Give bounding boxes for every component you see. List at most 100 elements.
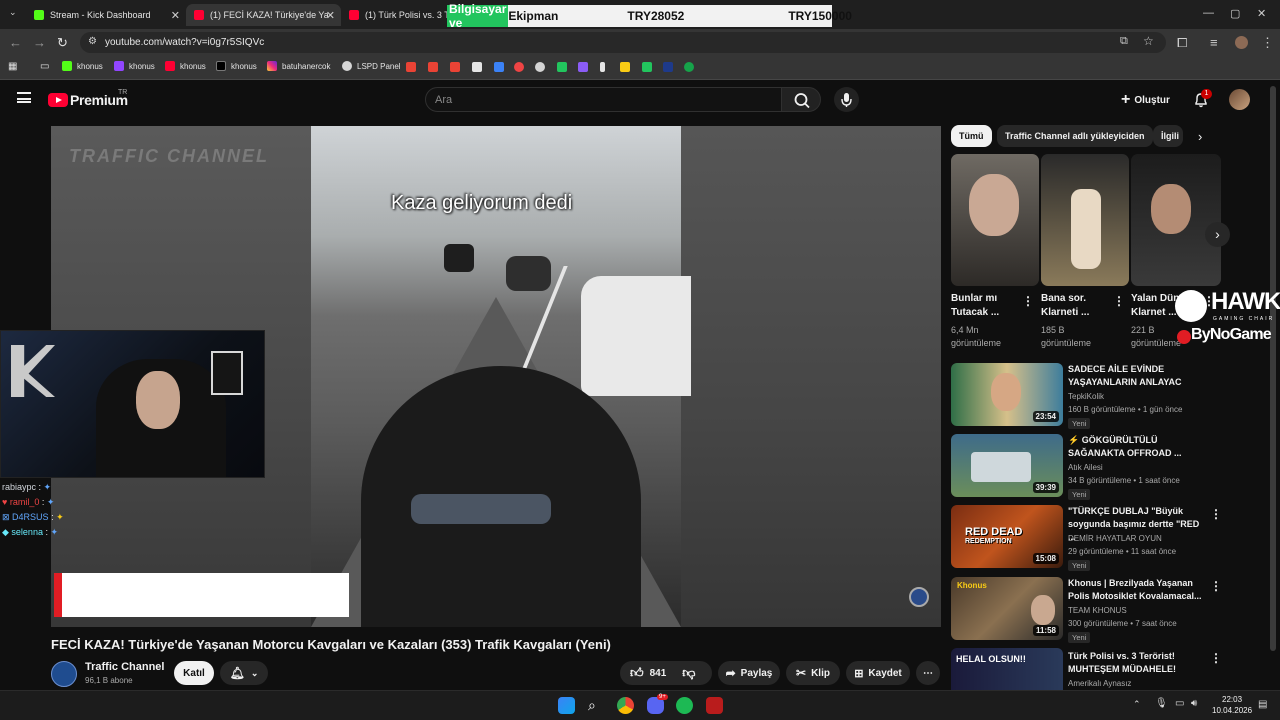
chevron-up-icon[interactable]: ⌃ bbox=[1133, 699, 1141, 710]
short-thumbnail[interactable] bbox=[1131, 154, 1221, 286]
hamburger-menu-icon[interactable] bbox=[17, 92, 31, 103]
bookmark-youtube-khonus[interactable]: khonus bbox=[165, 61, 206, 71]
chrome-icon[interactable] bbox=[617, 697, 634, 714]
app-icon[interactable] bbox=[535, 62, 545, 72]
short-title[interactable]: Bunlar mı bbox=[951, 292, 997, 306]
chevron-right-icon[interactable]: › bbox=[1198, 129, 1202, 144]
forward-icon[interactable]: → bbox=[33, 35, 46, 50]
video-thumbnail[interactable]: HELAL OLSUN!! bbox=[951, 648, 1063, 690]
youtube-logo-icon[interactable] bbox=[48, 93, 68, 107]
chip-all[interactable]: Tümü bbox=[951, 125, 992, 147]
video-channel[interactable]: Atık Ailesi bbox=[1068, 463, 1103, 472]
short-title[interactable]: Klarneti ... bbox=[1041, 306, 1089, 320]
like-icon[interactable]: 👍︎ bbox=[630, 665, 644, 681]
channel-name[interactable]: Traffic Channel bbox=[85, 661, 164, 673]
tab-feci-kaza[interactable]: (1) FECİ KAZA! Türkiye'de Yaşan ✕ bbox=[186, 4, 341, 26]
app-icon[interactable] bbox=[578, 62, 588, 72]
notification-center-icon[interactable]: ▤ bbox=[1258, 699, 1267, 710]
chip-related[interactable]: İlgili bbox=[1153, 125, 1183, 147]
short-title[interactable]: Tutacak ... bbox=[951, 306, 999, 320]
bookmark-twitch-khonus[interactable]: khonus bbox=[114, 61, 155, 71]
more-actions-button[interactable]: ⋯ bbox=[916, 661, 940, 685]
subscribe-bell-button[interactable]: 🔔︎ ⌄ bbox=[220, 661, 268, 685]
minimize-icon[interactable]: — bbox=[1203, 7, 1214, 19]
menu-icon[interactable]: ⋮ bbox=[1261, 35, 1274, 51]
short-title[interactable]: Klarnet ... bbox=[1131, 306, 1177, 320]
like-count[interactable]: 841 bbox=[650, 668, 667, 679]
microphone-icon[interactable]: 🎙︎ bbox=[1155, 698, 1168, 709]
system-clock[interactable]: 22:03 10.04.2026 bbox=[1212, 694, 1252, 716]
gmail-icon[interactable] bbox=[450, 62, 460, 72]
bookmark-kick-khonus[interactable]: khonus bbox=[62, 61, 103, 71]
app-icon[interactable] bbox=[706, 697, 723, 714]
windows-start-icon[interactable] bbox=[558, 697, 575, 714]
chip-from-uploader[interactable]: Traffic Channel adlı yükleyiciden bbox=[997, 125, 1153, 147]
spotify-icon[interactable] bbox=[676, 697, 693, 714]
video-title[interactable]: ⚡ GÖKGÜRÜLTÜLÜ SAĞANAKTA OFFROAD ... bbox=[1068, 434, 1208, 460]
sheets-icon[interactable] bbox=[557, 62, 567, 72]
reload-icon[interactable]: ↻ bbox=[57, 35, 68, 51]
voice-search-button[interactable] bbox=[834, 87, 859, 112]
search-icon[interactable]: ⌕ bbox=[588, 697, 605, 714]
video-title[interactable]: Türk Polisi vs. 3 Terörist! MUHTEŞEM MÜDA… bbox=[1068, 650, 1208, 676]
app-icon[interactable] bbox=[514, 62, 524, 72]
join-button[interactable]: Katıl bbox=[174, 661, 214, 685]
folder-icon[interactable]: ▭ bbox=[40, 61, 49, 72]
search-input[interactable]: Ara bbox=[425, 87, 782, 112]
search-button[interactable] bbox=[781, 87, 821, 112]
channel-avatar[interactable] bbox=[51, 661, 77, 687]
app-icon[interactable] bbox=[620, 62, 630, 72]
save-button[interactable]: ⊞ Kaydet bbox=[846, 661, 910, 685]
account-avatar[interactable] bbox=[1229, 89, 1250, 110]
apps-icon[interactable]: ▦ bbox=[8, 61, 17, 72]
video-thumbnail[interactable]: RED DEAD REDEMPTION 15:08 bbox=[951, 505, 1063, 568]
tab-turk-polisi[interactable]: (1) Türk Polisi vs. 3 Terö bbox=[341, 4, 451, 26]
volume-icon[interactable]: 🔊︎ bbox=[1191, 698, 1197, 709]
app-icon[interactable] bbox=[600, 62, 605, 72]
video-menu-icon[interactable]: ⋮ bbox=[1210, 651, 1222, 665]
gmail-icon[interactable] bbox=[428, 62, 438, 72]
short-thumbnail[interactable] bbox=[1041, 154, 1129, 286]
video-title[interactable]: SADECE AİLE EVİNDE YAŞAYANLARIN ANLAYAC bbox=[1068, 363, 1208, 389]
app-icon[interactable] bbox=[684, 62, 694, 72]
video-channel[interactable]: TepkiKolik bbox=[1068, 392, 1104, 401]
app-icon[interactable] bbox=[663, 62, 673, 72]
bookmark-instagram[interactable]: batuhanercok bbox=[267, 61, 330, 71]
bookmark-lspd-panel[interactable]: LSPD Panel bbox=[342, 61, 401, 71]
reading-list-icon[interactable]: ≡ bbox=[1210, 35, 1218, 50]
video-thumbnail[interactable]: 39:39 bbox=[951, 434, 1063, 497]
video-menu-icon[interactable]: ⋮ bbox=[1210, 579, 1222, 593]
video-channel[interactable]: DEMİR HAYATLAR OYUN bbox=[1068, 534, 1162, 543]
short-title[interactable]: Bana sor. bbox=[1041, 292, 1086, 306]
tab-kick-dashboard[interactable]: Stream - Kick Dashboard ✕ bbox=[26, 4, 186, 26]
channel-watermark-icon[interactable] bbox=[909, 587, 929, 607]
video-menu-icon[interactable]: ⋮ bbox=[1210, 507, 1222, 521]
page-scrollbar[interactable] bbox=[1270, 86, 1276, 651]
video-channel[interactable]: TEAM KHONUS bbox=[1068, 606, 1127, 615]
video-thumbnail[interactable]: 23:54 bbox=[951, 363, 1063, 426]
video-channel[interactable]: Amerikalı Aynasız bbox=[1068, 679, 1131, 688]
network-icon[interactable]: ▭ bbox=[1175, 698, 1184, 709]
create-button[interactable]: + Oluştur bbox=[1121, 91, 1170, 109]
tab-search-icon[interactable]: ⌄ bbox=[9, 7, 17, 18]
bookmark-x-khonus[interactable]: khonus bbox=[216, 61, 257, 71]
back-icon[interactable]: ← bbox=[9, 35, 22, 50]
extensions-icon[interactable]: ⧠ bbox=[1177, 35, 1187, 51]
site-info-icon[interactable]: ⚙ bbox=[88, 36, 97, 47]
maximize-icon[interactable]: ▢ bbox=[1230, 7, 1240, 20]
profile-avatar[interactable] bbox=[1235, 36, 1248, 49]
close-window-icon[interactable]: ✕ bbox=[1257, 7, 1266, 20]
close-icon[interactable]: ✕ bbox=[171, 9, 180, 22]
short-thumbnail[interactable] bbox=[951, 154, 1039, 286]
short-menu-icon[interactable]: ⋮ bbox=[1022, 294, 1034, 308]
url-field[interactable]: ⚙ youtube.com/watch?v=i0g7r5SIQVc ⧉ ☆ bbox=[80, 32, 1166, 53]
share-button[interactable]: ➦ Paylaş bbox=[718, 661, 780, 685]
video-thumbnail[interactable]: Khonus 11:58 bbox=[951, 577, 1063, 640]
doc-icon[interactable] bbox=[472, 62, 482, 72]
clip-button[interactable]: ✂ Klip bbox=[786, 661, 840, 685]
video-title[interactable]: Khonus | Brezilyada Yaşanan Polis Motosik… bbox=[1068, 577, 1208, 603]
bookmark-star-icon[interactable]: ☆ bbox=[1143, 34, 1154, 48]
cast-icon[interactable]: ⧉ bbox=[1120, 35, 1128, 48]
short-menu-icon[interactable]: ⋮ bbox=[1113, 294, 1125, 308]
dislike-icon[interactable]: 👎︎ bbox=[682, 665, 695, 681]
